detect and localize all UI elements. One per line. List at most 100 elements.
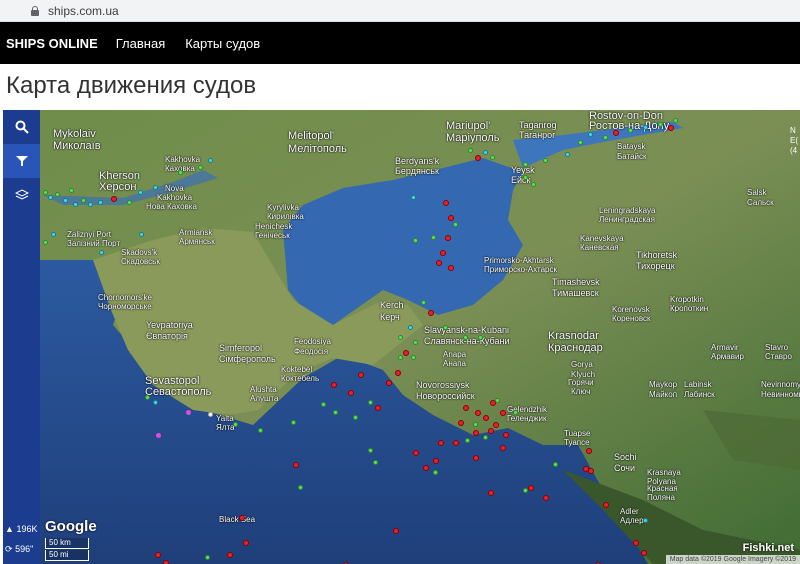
- vessel-marker[interactable]: [153, 185, 158, 190]
- vessel-marker[interactable]: [543, 495, 549, 501]
- vessel-marker[interactable]: [503, 432, 509, 438]
- vessel-marker[interactable]: [658, 122, 663, 127]
- vessel-marker[interactable]: [483, 415, 489, 421]
- vessel-marker[interactable]: [333, 410, 338, 415]
- vessel-marker[interactable]: [145, 395, 150, 400]
- vessel-marker[interactable]: [227, 552, 233, 558]
- vessel-marker[interactable]: [69, 188, 74, 193]
- vessel-marker[interactable]: [475, 410, 481, 416]
- vessel-marker[interactable]: [178, 170, 183, 175]
- map-attribution[interactable]: Map data ©2019 Google Imagery ©2019: [665, 555, 800, 564]
- vessel-marker[interactable]: [293, 462, 299, 468]
- vessel-marker[interactable]: [433, 470, 438, 475]
- vessel-marker[interactable]: [43, 190, 48, 195]
- vessel-marker[interactable]: [463, 405, 469, 411]
- vessel-marker[interactable]: [321, 402, 326, 407]
- vessel-marker[interactable]: [186, 410, 191, 415]
- vessel-marker[interactable]: [43, 240, 48, 245]
- vessel-marker[interactable]: [673, 118, 678, 123]
- vessel-marker[interactable]: [208, 158, 213, 163]
- vessel-marker[interactable]: [48, 195, 53, 200]
- vessel-marker[interactable]: [493, 422, 499, 428]
- vessel-marker[interactable]: [613, 130, 619, 136]
- vessel-marker[interactable]: [431, 235, 436, 240]
- vessel-marker[interactable]: [475, 155, 481, 161]
- vessel-marker[interactable]: [51, 232, 56, 237]
- nav-link-ship-maps[interactable]: Карты судов: [185, 36, 260, 51]
- vessel-marker[interactable]: [127, 200, 132, 205]
- vessel-marker[interactable]: [473, 422, 478, 427]
- vessel-marker[interactable]: [291, 420, 296, 425]
- vessel-marker[interactable]: [413, 238, 418, 243]
- vessel-marker[interactable]: [633, 540, 639, 546]
- vessel-marker[interactable]: [421, 300, 426, 305]
- vessel-marker[interactable]: [375, 405, 381, 411]
- vessel-marker[interactable]: [628, 128, 633, 133]
- vessel-marker[interactable]: [88, 202, 93, 207]
- vessel-marker[interactable]: [398, 355, 403, 360]
- vessel-marker[interactable]: [111, 196, 117, 202]
- vessel-marker[interactable]: [478, 335, 483, 340]
- vessel-marker[interactable]: [433, 458, 439, 464]
- refresh-timer[interactable]: ⟳ 596": [5, 544, 33, 555]
- vessel-marker[interactable]: [483, 435, 488, 440]
- vessel-marker[interactable]: [603, 502, 609, 508]
- vessel-marker[interactable]: [423, 465, 429, 471]
- vessel-marker[interactable]: [331, 382, 337, 388]
- vessel-marker[interactable]: [73, 202, 78, 207]
- vessel-marker[interactable]: [488, 490, 494, 496]
- vessel-marker[interactable]: [468, 148, 473, 153]
- vessel-marker[interactable]: [445, 235, 451, 241]
- vessel-marker[interactable]: [473, 455, 479, 461]
- vessel-marker[interactable]: [55, 192, 60, 197]
- vessel-marker[interactable]: [408, 325, 413, 330]
- vessel-marker[interactable]: [438, 440, 444, 446]
- vessel-marker[interactable]: [368, 448, 373, 453]
- vessel-marker[interactable]: [523, 175, 528, 180]
- vessel-marker[interactable]: [458, 420, 464, 426]
- vessel-marker[interactable]: [403, 350, 409, 356]
- vessel-marker[interactable]: [63, 198, 68, 203]
- vessel-marker[interactable]: [198, 165, 203, 170]
- vessel-marker[interactable]: [208, 412, 213, 417]
- vessel-marker[interactable]: [483, 150, 488, 155]
- vessel-marker[interactable]: [413, 450, 419, 456]
- vessel-marker[interactable]: [578, 140, 583, 145]
- vessel-marker[interactable]: [448, 215, 454, 221]
- vessel-marker[interactable]: [386, 380, 392, 386]
- ship-map[interactable]: ▲ 196K ⟳ 596" Mykolaiv Миколаїв Kherson Хер…: [3, 110, 800, 564]
- filter-button[interactable]: [3, 144, 40, 178]
- nav-link-home[interactable]: Главная: [116, 36, 165, 51]
- vessel-marker[interactable]: [413, 340, 418, 345]
- vessel-marker[interactable]: [500, 445, 506, 451]
- vessel-marker[interactable]: [465, 438, 470, 443]
- vessel-marker[interactable]: [81, 198, 86, 203]
- vessel-marker[interactable]: [523, 162, 528, 167]
- vessel-marker[interactable]: [565, 152, 570, 157]
- vessel-marker[interactable]: [523, 488, 528, 493]
- layers-button[interactable]: [3, 178, 40, 212]
- vessel-marker[interactable]: [443, 325, 448, 330]
- vessel-marker[interactable]: [641, 550, 647, 556]
- vessel-marker[interactable]: [298, 485, 303, 490]
- vessel-marker[interactable]: [586, 448, 592, 454]
- vessel-marker[interactable]: [453, 222, 458, 227]
- vessel-marker[interactable]: [500, 410, 506, 416]
- vessel-marker[interactable]: [99, 250, 104, 255]
- vessel-marker[interactable]: [153, 400, 158, 405]
- vessel-marker[interactable]: [443, 200, 449, 206]
- vessel-marker[interactable]: [588, 132, 593, 137]
- vessel-marker[interactable]: [528, 485, 534, 491]
- vessel-marker[interactable]: [553, 462, 558, 467]
- vessel-marker[interactable]: [643, 125, 648, 130]
- vessel-marker[interactable]: [668, 125, 674, 131]
- vessel-marker[interactable]: [243, 540, 249, 546]
- vessel-marker[interactable]: [239, 515, 245, 521]
- vessel-marker[interactable]: [453, 440, 459, 446]
- vessel-marker[interactable]: [531, 182, 536, 187]
- vessel-marker[interactable]: [353, 415, 358, 420]
- vessel-marker[interactable]: [138, 190, 143, 195]
- vessel-marker[interactable]: [411, 195, 416, 200]
- vessel-marker[interactable]: [490, 155, 495, 160]
- vessel-marker[interactable]: [488, 428, 494, 434]
